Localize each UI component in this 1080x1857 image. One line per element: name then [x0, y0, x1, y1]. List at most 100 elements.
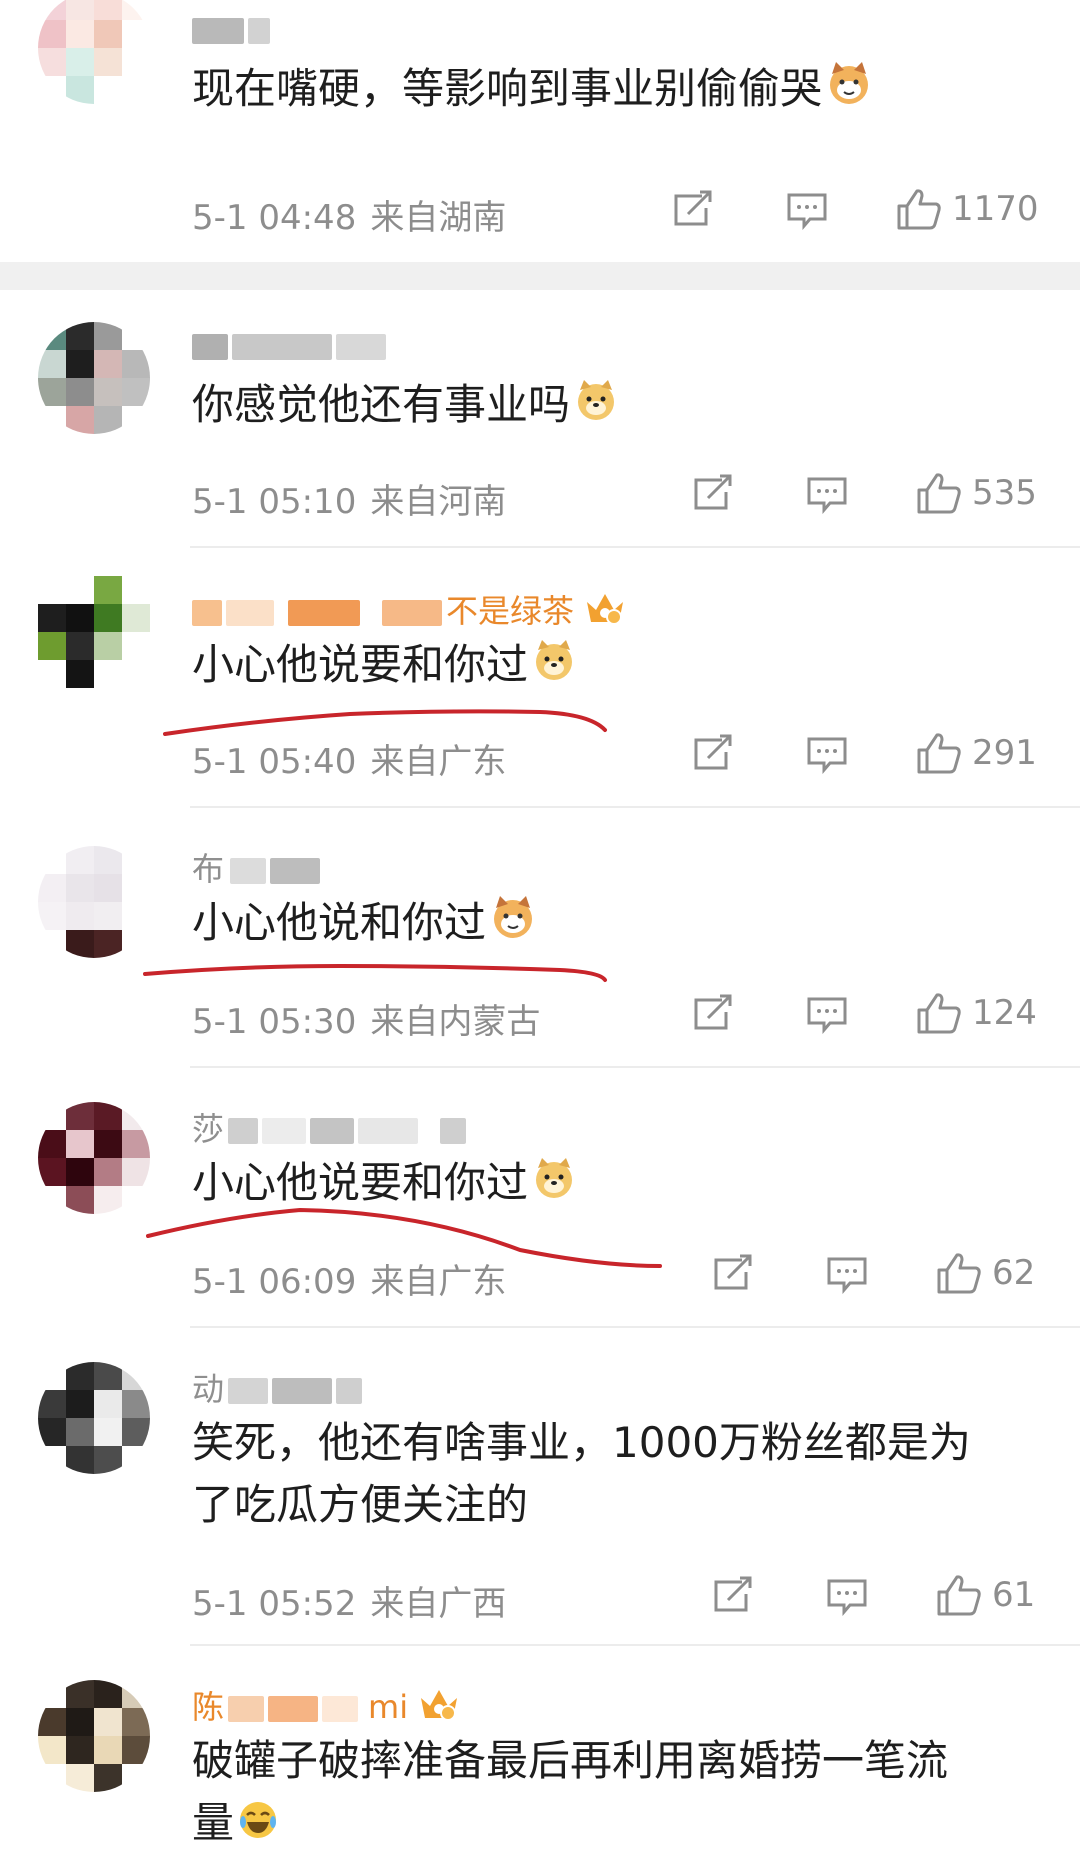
- username[interactable]: 布: [192, 844, 324, 890]
- like-button[interactable]: 62: [936, 1252, 1035, 1294]
- doge-emoji: [574, 377, 618, 439]
- username[interactable]: 陈 mi: [192, 1682, 460, 1732]
- share-icon: [714, 1576, 752, 1612]
- comment-button[interactable]: [826, 1256, 868, 1294]
- like-count: 62: [992, 1253, 1036, 1293]
- comment-meta: 5-1 05:30 来自内蒙古: [192, 994, 540, 1043]
- divider: [190, 1644, 1080, 1646]
- like-button[interactable]: 124: [916, 992, 1037, 1034]
- share-icon: [694, 734, 732, 770]
- divider: [190, 546, 1080, 548]
- doge-emoji: [532, 637, 576, 699]
- like-button[interactable]: 61: [936, 1574, 1035, 1616]
- like-count: 1170: [952, 189, 1039, 229]
- comment-location: 来自广东: [370, 742, 507, 782]
- comment-meta: 5-1 04:48 来自湖南: [192, 190, 506, 239]
- comment-meta: 5-1 06:09 来自广东: [192, 1254, 506, 1303]
- cat-emoji: [826, 60, 872, 123]
- comment-button[interactable]: [806, 996, 848, 1034]
- comment-text: 现在嘴硬，等影响到事业别偷偷哭: [192, 58, 872, 123]
- comment-text: 小心他说要和你过: [192, 634, 576, 699]
- comment-icon: [827, 1579, 867, 1616]
- comment-icon: [827, 1257, 867, 1294]
- crown-vip-icon: [418, 1686, 460, 1732]
- comment-location: 来自广东: [370, 1262, 507, 1302]
- like-icon: [917, 733, 961, 774]
- like-count: 291: [972, 733, 1037, 773]
- comment-time: 5-1 05:10: [192, 482, 357, 522]
- comment-location: 来自河南: [370, 482, 507, 522]
- avatar[interactable]: [38, 1102, 150, 1214]
- share-button[interactable]: [692, 474, 734, 512]
- comment-text: 小心他说要和你过: [192, 1152, 576, 1217]
- comment-location: 来自内蒙古: [370, 1002, 541, 1042]
- avatar[interactable]: [38, 322, 150, 434]
- like-icon: [897, 189, 941, 230]
- comment-text: 破罐子破摔准备最后再利用离婚捞一笔流 量: [192, 1730, 948, 1857]
- avatar[interactable]: [38, 0, 150, 104]
- like-icon: [917, 993, 961, 1034]
- username[interactable]: 不是绿茶: [192, 586, 626, 636]
- share-icon: [674, 190, 712, 226]
- comment-meta: 5-1 05:52 来自广西: [192, 1576, 506, 1625]
- comment-icon: [787, 193, 827, 230]
- laugh-cry-emoji: [238, 1795, 278, 1857]
- comment-text-line: 破罐子破摔准备最后再利用离婚捞一笔流: [192, 1736, 949, 1785]
- comment-text-line: 量: [192, 1792, 948, 1857]
- avatar[interactable]: [38, 1362, 150, 1474]
- comment-button[interactable]: [786, 192, 828, 230]
- cat-emoji: [490, 894, 536, 957]
- comment-time: 5-1 05:30: [192, 1002, 357, 1042]
- username[interactable]: 动: [192, 1364, 366, 1410]
- divider: [190, 806, 1080, 808]
- comment-button[interactable]: [806, 736, 848, 774]
- like-icon: [937, 1575, 981, 1616]
- share-button[interactable]: [672, 190, 714, 228]
- share-icon: [694, 994, 732, 1030]
- doge-emoji: [532, 1155, 576, 1217]
- like-count: 124: [972, 993, 1037, 1033]
- divider: [190, 1326, 1080, 1328]
- comment-time: 5-1 05:40: [192, 742, 357, 782]
- like-button[interactable]: 535: [916, 472, 1037, 514]
- comment-text: 你感觉他还有事业吗: [192, 374, 618, 439]
- share-button[interactable]: [692, 734, 734, 772]
- red-underline-1: [163, 709, 607, 736]
- red-underline-2: [143, 963, 607, 982]
- comment-location: 来自湖南: [370, 198, 507, 238]
- share-button[interactable]: [712, 1254, 754, 1292]
- comment-text-line: 了吃瓜方便关注的: [192, 1480, 529, 1529]
- username[interactable]: 莎: [192, 1104, 470, 1150]
- comment-meta: 5-1 05:40 来自广东: [192, 734, 506, 783]
- comment-location: 来自广西: [370, 1584, 507, 1624]
- divider: [190, 1066, 1080, 1068]
- like-count: 535: [972, 473, 1037, 513]
- like-icon: [917, 473, 961, 514]
- crown-vip-icon: [584, 590, 626, 636]
- section-separator: [0, 262, 1080, 290]
- share-button[interactable]: [712, 1576, 754, 1614]
- comment-time: 5-1 04:48: [192, 198, 357, 238]
- like-icon: [937, 1253, 981, 1294]
- like-button[interactable]: 1170: [896, 188, 1039, 230]
- comment-button[interactable]: [806, 476, 848, 514]
- comment-button[interactable]: [826, 1578, 868, 1616]
- avatar[interactable]: [38, 576, 150, 688]
- share-button[interactable]: [692, 994, 734, 1032]
- comment-icon: [807, 737, 847, 774]
- comment-time: 5-1 05:52: [192, 1584, 357, 1624]
- username-blurred[interactable]: [192, 10, 274, 48]
- comment-meta: 5-1 05:10 来自河南: [192, 474, 506, 523]
- comment-icon: [807, 997, 847, 1034]
- username-blurred[interactable]: [192, 326, 390, 364]
- share-icon: [694, 474, 732, 510]
- comment-text-line: 笑死，他还有啥事业，1000万粉丝都是为: [192, 1418, 971, 1467]
- share-icon: [714, 1254, 752, 1290]
- comment-text: 小心他说和你过: [192, 892, 536, 957]
- avatar[interactable]: [38, 846, 150, 958]
- comment-icon: [807, 477, 847, 514]
- like-count: 61: [992, 1575, 1036, 1615]
- comment-text: 笑死，他还有啥事业，1000万粉丝都是为 了吃瓜方便关注的: [192, 1412, 971, 1536]
- like-button[interactable]: 291: [916, 732, 1037, 774]
- avatar[interactable]: [38, 1680, 150, 1792]
